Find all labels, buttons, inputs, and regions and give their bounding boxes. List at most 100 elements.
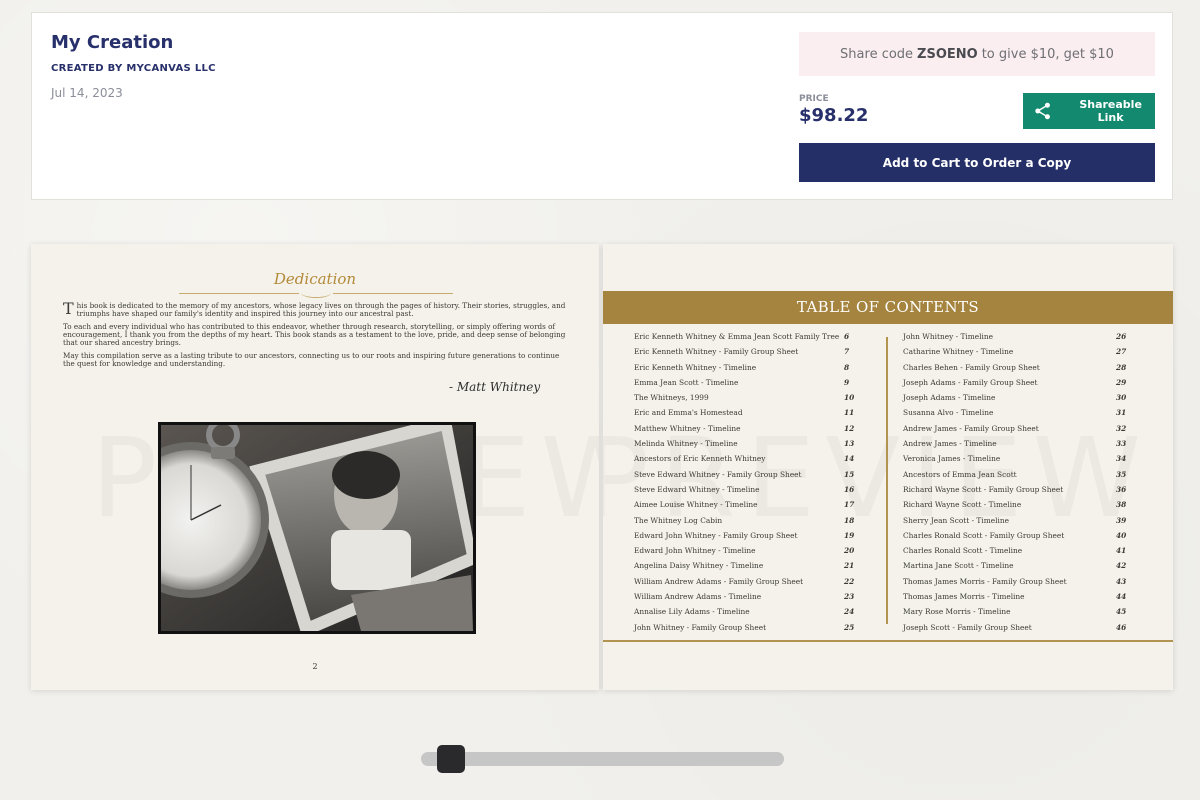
toc-entry-page: 26 xyxy=(1116,332,1127,341)
toc-entry: Joseph Scott - Family Group Sheet 46 xyxy=(903,623,1143,638)
toc-entry-title: Aimee Louise Whitney - Timeline xyxy=(634,500,758,510)
toc-entry-page: 36 xyxy=(1116,484,1127,494)
dedication-paragraph: This book is dedicated to the memory of … xyxy=(63,301,568,318)
page-number: 2 xyxy=(312,662,318,671)
toc-entry: Annalise Lily Adams - Timeline 24 xyxy=(634,607,854,622)
toc-entry-page: 15 xyxy=(844,469,855,479)
toc-entry-title: Steve Edward Whitney - Timeline xyxy=(634,484,760,494)
toc-entry-title: Thomas James Morris - Family Group Sheet xyxy=(903,576,1067,586)
toc-entry-page: 27 xyxy=(1116,347,1127,357)
toc-entry: Ancestors of Eric Kenneth Whitney 14 xyxy=(634,454,854,469)
creator-label: CREATED BY MYCANVAS LLC xyxy=(51,63,216,74)
toc-entry-title: Eric Kenneth Whitney - Family Group Shee… xyxy=(634,347,799,357)
heading-rule-left xyxy=(179,293,299,294)
toc-entry-title: John Whitney - Family Group Sheet xyxy=(634,622,767,632)
toc-entry-title: Annalise Lily Adams - Timeline xyxy=(634,607,750,617)
toc-entry: John Whitney - Family Group Sheet 25 xyxy=(634,623,854,638)
toc-entry-page: 14 xyxy=(844,454,855,464)
toc-entry: William Andrew Adams - Timeline 23 xyxy=(634,592,854,607)
toc-entry-title: Charles Ronald Scott - Family Group Shee… xyxy=(903,530,1065,540)
toc-entry: John Whitney - Timeline 26 xyxy=(903,332,1143,347)
toc-entry-page: 39 xyxy=(1116,515,1127,525)
share-code-suffix: to give $10, get $10 xyxy=(981,46,1114,62)
toc-entry: Eric Kenneth Whitney - Timeline 8 xyxy=(634,363,854,378)
toc-entry: The Whitney Log Cabin 18 xyxy=(634,516,854,531)
share-code: ZSOENO xyxy=(917,46,978,62)
toc-entry-page: 10 xyxy=(844,393,855,403)
toc-heading: TABLE OF CONTENTS xyxy=(603,291,1173,324)
toc-entry-title: William Andrew Adams - Timeline xyxy=(634,592,762,602)
toc-entry-page: 19 xyxy=(844,530,855,540)
dedication-paragraph: To each and every individual who has con… xyxy=(63,322,566,347)
toc-entry-title: Charles Ronald Scott - Timeline xyxy=(903,546,1023,556)
toc-entry-title: Martina Jane Scott - Timeline xyxy=(903,561,1014,571)
toc-entry-title: Melinda Whitney - Timeline xyxy=(634,439,738,449)
toc-entry: Martina Jane Scott - Timeline 42 xyxy=(903,561,1143,576)
dedication-paragraph: May this compilation serve as a lasting … xyxy=(63,351,560,368)
toc-entry: Catharine Whitney - Timeline 27 xyxy=(903,347,1143,362)
toc-entry-page: 40 xyxy=(1116,530,1127,540)
price-value: $98.22 xyxy=(799,105,869,126)
toc-entry-title: Joseph Adams - Timeline xyxy=(903,393,996,403)
toc-entry: Eric and Emma's Homestead 11 xyxy=(634,408,854,423)
toc-entry-title: Richard Wayne Scott - Timeline xyxy=(903,500,1022,510)
toc-entry-title: The Whitney Log Cabin xyxy=(634,515,723,525)
toc-entry-title: Angelina Daisy Whitney - Timeline xyxy=(634,561,764,571)
price-label: PRICE xyxy=(799,94,829,104)
book-page-left: PREVIEW Dedication This book is dedicate… xyxy=(31,244,599,690)
toc-entry-page: 28 xyxy=(1116,362,1127,372)
toc-entry-title: Edward John Whitney - Timeline xyxy=(634,546,756,556)
dedication-heading: Dedication xyxy=(273,270,357,288)
toc-entry-page: 35 xyxy=(1116,469,1127,479)
toc-entry-title: Catharine Whitney - Timeline xyxy=(903,347,1014,357)
page-slider-track[interactable] xyxy=(421,752,784,766)
toc-entry: Aimee Louise Whitney - Timeline 17 xyxy=(634,500,854,515)
toc-entry-page: 22 xyxy=(844,576,855,586)
photo-illustration xyxy=(161,425,473,631)
toc-entry: Charles Behen - Family Group Sheet 28 xyxy=(903,363,1143,378)
toc-entry-page: 23 xyxy=(844,592,855,602)
toc-entry-title: Eric Kenneth Whitney - Timeline xyxy=(634,362,757,372)
toc-entry: Joseph Adams - Timeline 30 xyxy=(903,393,1143,408)
toc-entry-page: 41 xyxy=(1116,546,1127,556)
toc-column-divider xyxy=(886,337,888,624)
toc-entry-page: 29 xyxy=(1116,377,1127,387)
toc-entry: Sherry Jean Scott - Timeline 39 xyxy=(903,516,1143,531)
toc-entry: Melinda Whitney - Timeline 13 xyxy=(634,439,854,454)
page-slider-handle[interactable] xyxy=(437,745,465,773)
toc-entry: Joseph Adams - Family Group Sheet 29 xyxy=(903,378,1143,393)
add-to-cart-button[interactable]: Add to Cart to Order a Copy xyxy=(799,143,1155,182)
toc-entry-page: 43 xyxy=(1116,576,1127,586)
toc-entry: Thomas James Morris - Family Group Sheet… xyxy=(903,577,1143,592)
toc-entry-title: Eric and Emma's Homestead xyxy=(634,408,743,418)
shareable-link-button[interactable]: Shareable Link xyxy=(1023,93,1155,129)
dedication-body: This book is dedicated to the memory of … xyxy=(63,301,568,373)
toc-entry-page: 31 xyxy=(1116,408,1127,418)
toc-entry: Thomas James Morris - Timeline 44 xyxy=(903,592,1143,607)
toc-entry: Mary Rose Morris - Timeline 45 xyxy=(903,607,1143,622)
share-code-prefix: Share code xyxy=(840,46,914,62)
toc-entry-title: Emma Jean Scott - Timeline xyxy=(634,377,739,387)
toc-entry-page: 32 xyxy=(1116,423,1127,433)
toc-entry-page: 46 xyxy=(1116,622,1127,632)
toc-entry-page: 38 xyxy=(1116,500,1127,510)
heading-rule-right xyxy=(333,293,453,294)
toc-entry: Steve Edward Whitney - Family Group Shee… xyxy=(634,470,854,485)
share-icon xyxy=(1035,102,1050,120)
toc-entry-title: Steve Edward Whitney - Family Group Shee… xyxy=(634,469,802,479)
toc-entry: Matthew Whitney - Timeline 12 xyxy=(634,424,854,439)
toc-entry-title: Veronica James - Timeline xyxy=(903,454,1001,464)
toc-entry-page: 21 xyxy=(844,561,855,571)
toc-entry-page: 9 xyxy=(844,377,850,387)
share-code-banner: Share code ZSOENO to give $10, get $10 xyxy=(799,32,1155,76)
toc-entry-page: 30 xyxy=(1116,393,1127,403)
toc-entry: Andrew James - Timeline 33 xyxy=(903,439,1143,454)
toc-entry-page: 45 xyxy=(1116,607,1127,617)
family-photo xyxy=(158,422,476,634)
toc-entry-page: 42 xyxy=(1116,561,1127,571)
toc-entry-page: 8 xyxy=(844,362,850,372)
toc-entry-page: 25 xyxy=(844,622,855,632)
project-title: My Creation xyxy=(51,32,174,53)
toc-entry-title: John Whitney - Timeline xyxy=(903,332,994,341)
toc-entry-title: Ancestors of Emma Jean Scott xyxy=(903,469,1017,479)
